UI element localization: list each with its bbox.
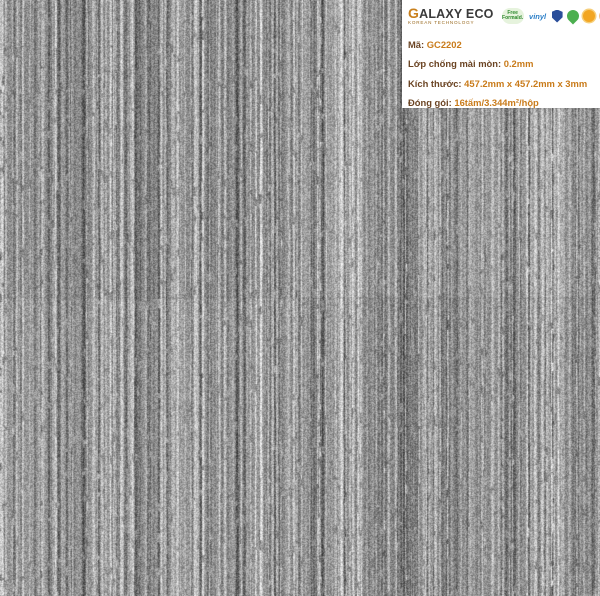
spec-size: Kích thước: 457.2mm x 457.2mm x 3mm [408,74,594,93]
product-spec-card: GALAXY ECO KOREAN TECHNOLOGY Free Formal… [402,0,600,108]
spec-wear-layer: Lớp chống mài mòn: 0.2mm [408,54,594,73]
logo-wordmark: GALAXY ECO [408,6,494,21]
spec-wear-value: 0.2mm [503,58,534,70]
shield-badge-icon [551,9,563,23]
spec-size-label: Kích thước: [408,77,462,89]
spec-packaging: Đóng gói: 16tấm/3.344m²/hộp [408,93,594,112]
brand-row: GALAXY ECO KOREAN TECHNOLOGY Free Formal… [408,4,600,28]
logo-letter-g: G [408,4,420,21]
brand-logo: GALAXY ECO KOREAN TECHNOLOGY [408,6,494,26]
leaf-badge-icon [564,7,582,25]
vinyl-badge-text: vinyl [529,11,547,21]
spec-code: Mã: GC2202 [408,35,594,54]
spec-pack-value: 16tấm/3.344m²/hộp [454,97,539,109]
spec-size-value: 457.2mm x 457.2mm x 3mm [464,77,588,89]
spec-wear-label: Lớp chống mài mòn: [408,58,502,70]
logo-letters-rest: ALAXY ECO [419,6,494,21]
free-badge-bottom: Formald. [502,15,524,21]
free-badge-icon: Free Formald. [501,8,524,24]
spec-code-label: Mã: [408,39,425,50]
spec-lines: Mã: GC2202 Lớp chống mài mòn: 0.2mm Kích… [408,35,594,113]
spec-code-value: GC2202 [426,39,462,50]
sun-badge-icon [582,10,595,22]
certification-badges: Free Formald. vinyl [501,7,600,25]
logo-tagline: KOREAN TECHNOLOGY [408,20,475,26]
spec-pack-label: Đóng gói: [408,97,452,109]
vinyl-badge-icon: vinyl [528,10,548,22]
